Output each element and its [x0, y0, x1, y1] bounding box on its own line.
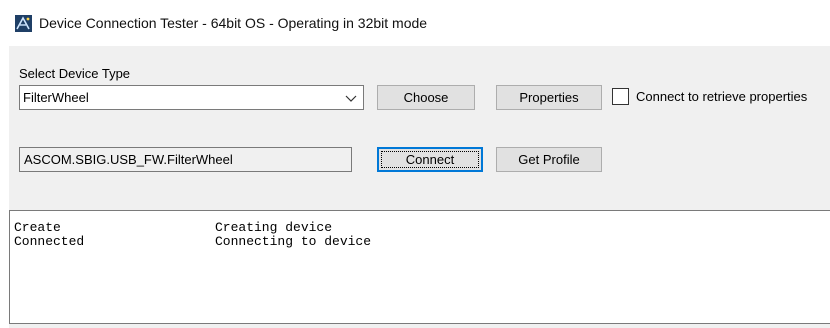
window-title: Device Connection Tester - 64bit OS - Op…	[39, 15, 428, 31]
device-type-dropdown[interactable]: FilterWheel	[19, 85, 364, 110]
choose-button[interactable]: Choose	[377, 85, 475, 110]
client-area: Select Device Type FilterWheel Choose Pr…	[9, 46, 830, 328]
chevron-down-icon[interactable]	[345, 92, 357, 104]
get-profile-button[interactable]: Get Profile	[496, 147, 602, 172]
driver-id-field: ASCOM.SBIG.USB_FW.FilterWheel	[19, 147, 352, 172]
title-bar: Device Connection Tester - 64bit OS - Op…	[0, 0, 830, 46]
app-window: Device Connection Tester - 64bit OS - Op…	[0, 0, 830, 328]
connect-to-retrieve-label[interactable]: Connect to retrieve properties	[636, 89, 807, 104]
log-row: Connected Connecting to device	[14, 235, 830, 249]
ascom-app-icon	[15, 15, 32, 32]
connect-to-retrieve-checkbox[interactable]	[612, 88, 629, 105]
log-message: Creating device	[215, 220, 333, 235]
log-action: Connected	[14, 234, 85, 249]
focus-rect	[381, 151, 479, 168]
log-row: Create Creating device	[14, 221, 830, 235]
log-action: Create	[14, 220, 61, 235]
connect-button[interactable]: Connect	[377, 147, 483, 172]
device-type-value: FilterWheel	[23, 90, 89, 105]
log-textbox[interactable]: Create Creating device Connected Connect…	[9, 210, 830, 324]
device-type-label: Select Device Type	[19, 66, 131, 81]
properties-button[interactable]: Properties	[496, 85, 602, 110]
log-message: Connecting to device	[215, 234, 372, 249]
driver-id-value: ASCOM.SBIG.USB_FW.FilterWheel	[24, 152, 233, 167]
